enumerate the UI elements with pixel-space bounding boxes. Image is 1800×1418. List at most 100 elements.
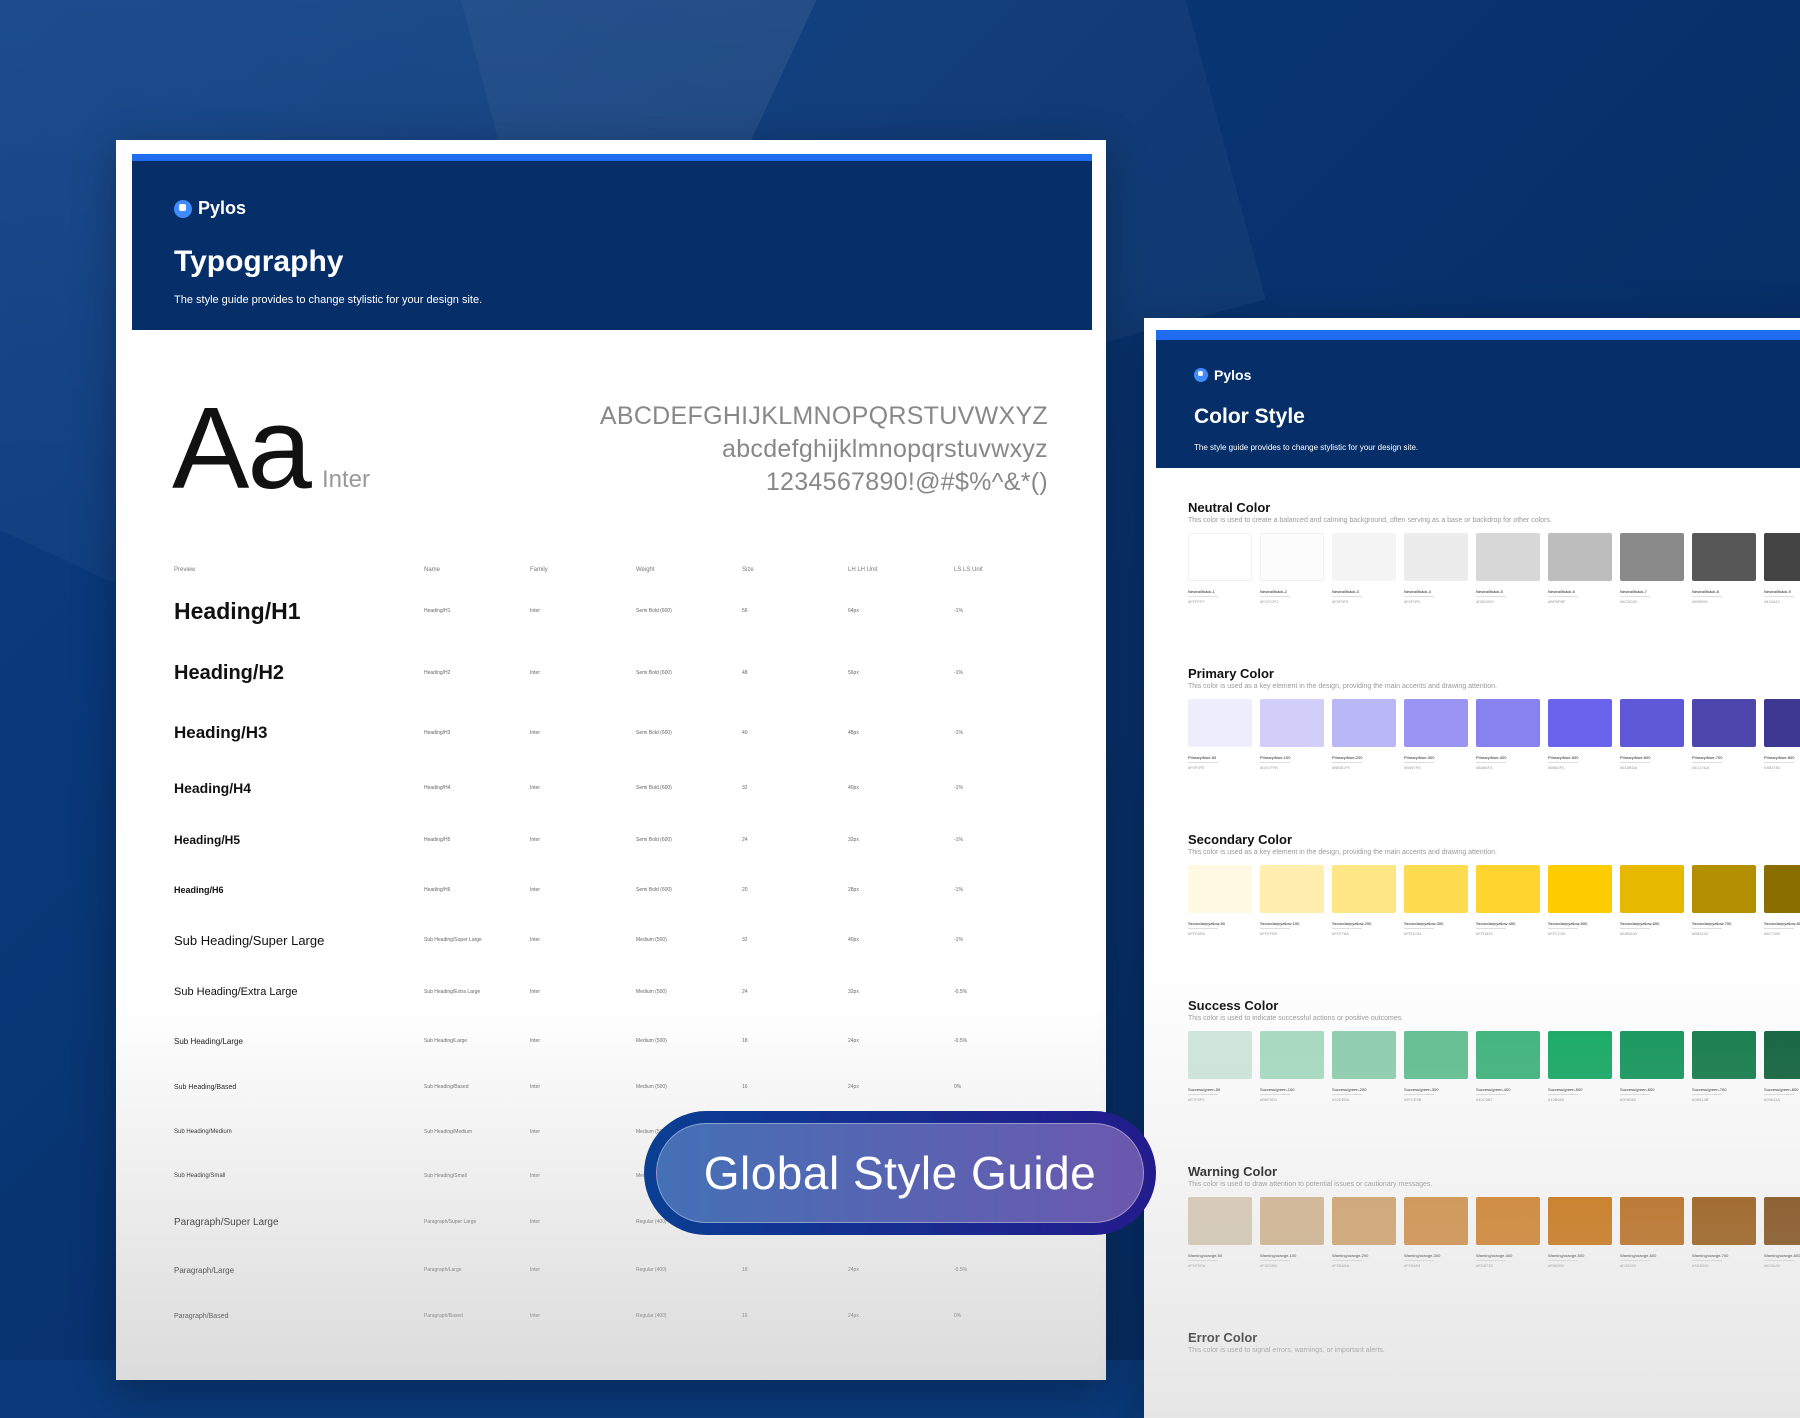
ls-cell: -1% xyxy=(954,670,963,676)
global-style-guide-badge: Global Style Guide xyxy=(644,1111,1156,1235)
pylos-logo-icon xyxy=(174,199,192,218)
name-cell: Heading/H4 xyxy=(424,785,451,791)
ls-cell: 0% xyxy=(954,1084,962,1090)
swatch-name: Warning/orange-100 xyxy=(1260,1253,1297,1258)
swatch-divider xyxy=(1188,928,1218,929)
swatch-chip xyxy=(1764,699,1800,747)
color-swatch: Primary/blue-300 #9A97F5 xyxy=(1404,699,1468,770)
swatch-name: Warning/orange-400 xyxy=(1476,1253,1513,1258)
swatch-hex: #F8D0B0 xyxy=(1260,1263,1277,1268)
swatch-divider xyxy=(1692,928,1722,929)
color-swatch: Warning/orange-400 #ED8733 xyxy=(1476,1197,1540,1268)
swatch-divider xyxy=(1188,762,1218,763)
swatch-hex: #FCFCFC xyxy=(1260,599,1279,604)
size-cell: 18 xyxy=(742,1267,748,1273)
color-header: Pylos Color Style The style guide provid… xyxy=(1156,330,1800,468)
size-cell: 32 xyxy=(742,937,748,943)
color-swatch: Secondary/yellow-600 #E8BA00 xyxy=(1620,865,1684,936)
lh-cell: 64px xyxy=(848,608,859,614)
swatch-row: Success/green-50 #E7F8F0 Success/green-100… xyxy=(1188,1031,1800,1102)
color-swatch: Secondary/yellow-400 #FFD633 xyxy=(1476,865,1540,936)
swatch-divider xyxy=(1548,928,1578,929)
weight-cell: Medium (500) xyxy=(636,989,667,995)
color-swatch: Warning/orange-500 #E86900 xyxy=(1548,1197,1612,1268)
table-row: Heading/H4 Heading/H4 Inter Semi Bold (600)… xyxy=(174,762,1034,814)
swatch-chip xyxy=(1548,699,1612,747)
swatch-chip xyxy=(1332,533,1396,581)
table-row: Sub Heading/Super Large Sub Heading/Super… xyxy=(174,914,1034,966)
swatch-name: Neutral/black-3 xyxy=(1332,589,1359,594)
swatch-chip xyxy=(1188,1197,1252,1245)
preview-cell: Heading/H4 xyxy=(174,780,252,796)
swatch-name: Neutral/black-6 xyxy=(1548,589,1575,594)
swatch-hex: #BEBCF9 xyxy=(1332,765,1350,770)
swatch-chip xyxy=(1764,1031,1800,1079)
lh-cell: 24px xyxy=(848,1038,859,1044)
size-cell: 16 xyxy=(742,1084,748,1090)
swatch-name: Warning/orange-600 xyxy=(1620,1253,1657,1258)
swatch-hex: #10B669 xyxy=(1548,1097,1565,1102)
swatch-chip xyxy=(1332,1031,1396,1079)
swatch-divider xyxy=(1548,596,1578,597)
pylos-logo-icon xyxy=(1194,368,1208,382)
weight-cell: Medium (500) xyxy=(636,937,667,943)
page-subtitle: The style guide provides to change styli… xyxy=(174,294,483,306)
swatch-chip xyxy=(1188,865,1252,913)
swatch-chip xyxy=(1764,533,1800,581)
name-cell: Sub Heading/Small xyxy=(424,1173,467,1179)
lh-cell: 56px xyxy=(848,670,859,676)
swatch-hex: #FFEFB0 xyxy=(1260,931,1278,936)
color-swatch: Neutral/black-2 #FCFCFC xyxy=(1260,533,1324,604)
swatch-divider xyxy=(1260,1094,1290,1095)
swatch-chip xyxy=(1620,1031,1684,1079)
swatch-hex: #FFCC00 xyxy=(1548,931,1566,936)
name-cell: Sub Heading/Medium xyxy=(424,1129,473,1135)
swatch-name: Neutral/black-5 xyxy=(1476,589,1503,594)
swatch-divider xyxy=(1548,762,1578,763)
preview-cell: Paragraph/Super Large xyxy=(174,1216,279,1228)
size-cell: 48 xyxy=(742,670,748,676)
color-swatch: Secondary/yellow-100 #FFEFB0 xyxy=(1260,865,1324,936)
swatch-name: Neutral/black-4 xyxy=(1404,589,1431,594)
swatch-divider xyxy=(1476,1094,1506,1095)
swatch-divider xyxy=(1332,1094,1362,1095)
swatch-name: Neutral/black-1 xyxy=(1188,589,1215,594)
swatch-name: Primary/blue-800 xyxy=(1764,755,1795,760)
section-title: Primary Color xyxy=(1188,666,1274,681)
color-swatch: Neutral/black-1 #FFFFFF xyxy=(1188,533,1252,604)
column-header: LS LS Unit xyxy=(954,567,983,573)
size-cell: 24 xyxy=(742,837,748,843)
brand: Pylos xyxy=(1194,367,1251,383)
family-cell: Inter xyxy=(530,608,541,614)
swatch-chip xyxy=(1260,1031,1324,1079)
page-subtitle: The style guide provides to change styli… xyxy=(1194,443,1419,452)
swatch-name: Success/green-50 xyxy=(1188,1087,1221,1092)
swatch-chip xyxy=(1476,1031,1540,1079)
color-swatch: Secondary/yellow-800 #8C7000 xyxy=(1764,865,1800,936)
ls-cell: -1% xyxy=(954,785,963,791)
table-row: Heading/H6 Heading/H6 Inter Semi Bold (600)… xyxy=(174,866,1034,914)
size-cell: 40 xyxy=(742,730,748,736)
weight-cell: Semi Bold (600) xyxy=(636,785,672,791)
color-swatch: Success/green-600 #0FA660 xyxy=(1620,1031,1684,1102)
column-header: Size xyxy=(742,567,754,573)
table-row: Sub Heading/Based Sub Heading/Based Inter M… xyxy=(174,1064,1034,1110)
swatch-chip xyxy=(1476,533,1540,581)
swatch-chip xyxy=(1692,865,1756,913)
swatch-hex: #B59100 xyxy=(1692,931,1709,936)
section-description: This color is used as a key element in t… xyxy=(1188,849,1497,856)
color-swatch: Secondary/yellow-500 #FFCC00 xyxy=(1548,865,1612,936)
color-swatch: Success/green-400 #40C587 xyxy=(1476,1031,1540,1102)
section-description: This color is used to signal errors, war… xyxy=(1188,1347,1385,1354)
swatch-chip xyxy=(1404,533,1468,581)
color-swatch: Success/green-800 #09643A xyxy=(1764,1031,1800,1102)
color-swatch: Success/green-300 #5FCE9B xyxy=(1404,1031,1468,1102)
swatch-chip xyxy=(1620,533,1684,581)
swatch-divider xyxy=(1332,596,1362,597)
swatch-name: Success/green-800 xyxy=(1764,1087,1799,1092)
ls-cell: -1% xyxy=(954,608,963,614)
color-swatch: Warning/orange-200 #F5BA8A xyxy=(1332,1197,1396,1268)
swatch-name: Warning/orange-800 xyxy=(1764,1253,1800,1258)
color-section: Secondary Color This color is used as a k… xyxy=(1188,832,1800,936)
table-row: Paragraph/Large Paragraph/Large Inter Regul… xyxy=(174,1246,1034,1294)
